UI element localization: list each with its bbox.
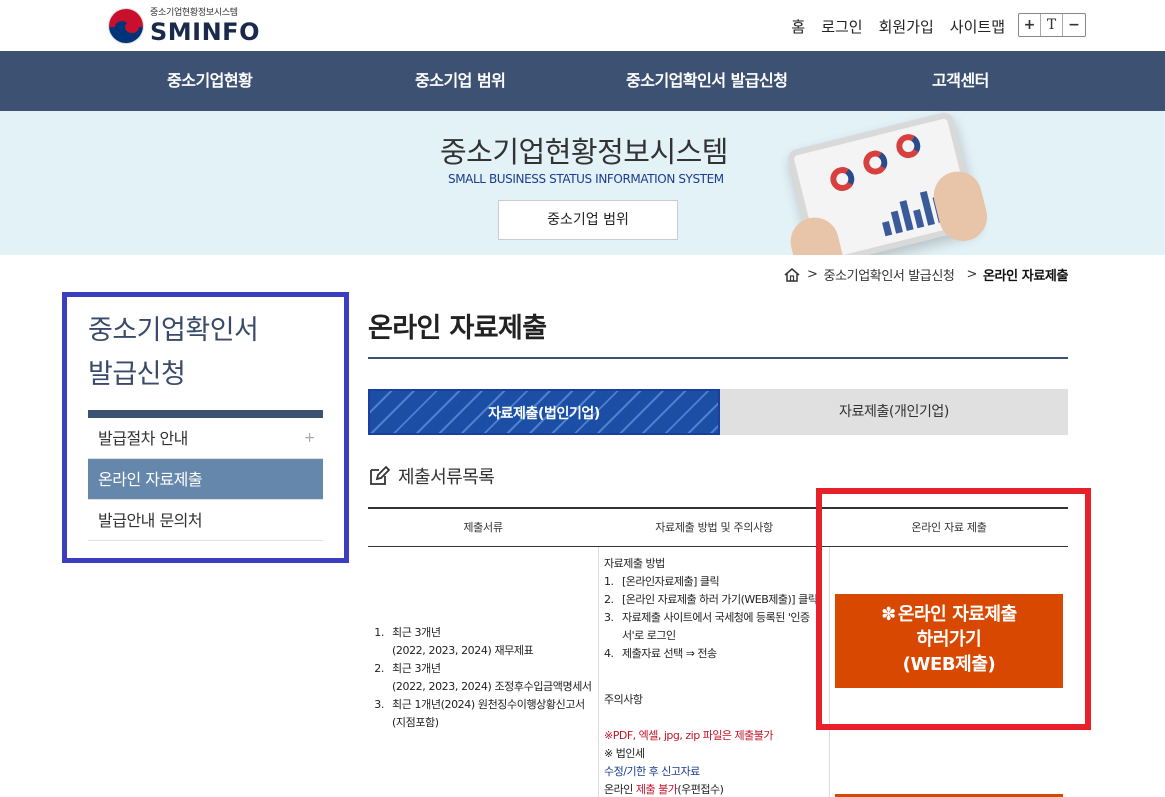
sitemap-link[interactable]: 사이트맵 [950, 16, 1005, 37]
side-item-inquiry[interactable]: 발급안내 문의처 [88, 500, 323, 541]
home-link[interactable]: 홈 [791, 16, 805, 37]
banner-title: 중소기업현황정보시스템 [440, 135, 728, 169]
breadcrumb-level1[interactable]: 중소기업확인서 발급신청 [824, 265, 955, 284]
top-header: 중소기업현황정보시스템 SMINFO 홈 로그인 회원가입 사이트맵 + T − [0, 0, 1165, 52]
side-item-online-submit[interactable]: 온라인 자료제출 [88, 459, 323, 500]
main-navigation: 중소기업현황 중소기업 범위 중소기업확인서 발급신청 고객센터 [0, 51, 1165, 111]
banner-subtitle: SMALL BUSINESS STATUS INFORMATION SYSTEM [448, 172, 724, 186]
list-item: (지점포함) [392, 716, 439, 729]
hero-banner: 중소기업현황정보시스템 SMALL BUSINESS STATUS INFORM… [0, 111, 1165, 255]
table-divider [598, 547, 599, 797]
caution-amended: 수정/기한 후 신고자료 [604, 765, 700, 778]
nav-certificate-apply[interactable]: 중소기업확인서 발급신청 [626, 51, 788, 111]
side-item-label: 온라인 자료제출 [98, 470, 203, 489]
expand-plus-icon[interactable]: + [304, 418, 316, 459]
list-item: 3. 최근 1개년(2024) 원천징수이행상황신고서 [374, 698, 585, 711]
section-title: 제출서류목록 [368, 463, 495, 489]
side-menu-title-1: 중소기업확인서 [88, 315, 259, 346]
banner-scope-button[interactable]: 중소기업 범위 [498, 200, 678, 240]
page-title: 온라인 자료제출 [368, 313, 547, 344]
title-underline [368, 357, 1068, 359]
tab-corporate[interactable]: 자료제출(법인기업) [368, 389, 720, 435]
side-menu-divider [88, 410, 323, 418]
login-link[interactable]: 로그인 [821, 16, 862, 37]
side-item-label: 발급안내 문의처 [98, 511, 203, 530]
nav-sme-scope[interactable]: 중소기업 범위 [415, 51, 506, 111]
font-size-controls: + T − [1018, 13, 1086, 37]
list-item: 2. 최근 3개년 [374, 662, 441, 675]
font-decrease-button[interactable]: − [1063, 14, 1085, 36]
font-reset-button[interactable]: T [1041, 14, 1063, 36]
list-item: 4. 제출자료 선택 ⇒ 전송 [604, 647, 717, 660]
breadcrumb-separator: > [807, 267, 818, 282]
nav-customer-center[interactable]: 고객센터 [932, 51, 989, 111]
submit-method-notes: 자료제출 방법 1. [온라인자료제출] 클릭 2. [온라인 자료제출 하러 가기… [604, 555, 824, 797]
utility-links: 홈 로그인 회원가입 사이트맵 [791, 16, 1005, 37]
caution-corp-tax: ※ 법인세 [604, 747, 645, 760]
home-icon[interactable] [783, 267, 801, 283]
list-item: (2022, 2023, 2024) 재무제표 [392, 644, 534, 657]
side-item-procedure[interactable]: 발급절차 안내 + [88, 418, 323, 459]
table-header-docs: 제출서류 [368, 509, 598, 547]
list-item: (2022, 2023, 2024) 조정후수입금액명세서 [392, 680, 592, 693]
nav-sme-status[interactable]: 중소기업현황 [167, 51, 253, 111]
tab-individual[interactable]: 자료제출(개인기업) [720, 389, 1068, 435]
caution-file-type: ※PDF, 엑셀, jpg, zip 파일은 제출불가 [604, 729, 774, 742]
side-item-label: 발급절차 안내 [98, 429, 188, 448]
list-item: 1. [온라인자료제출] 클릭 [604, 575, 720, 588]
breadcrumb: > 중소기업확인서 발급신청 > 온라인 자료제출 [783, 265, 1068, 284]
site-logo[interactable]: 중소기업현황정보시스템 SMINFO [108, 7, 260, 45]
breadcrumb-current: 온라인 자료제출 [982, 269, 1068, 284]
highlight-frame-red [816, 488, 1091, 730]
logo-subtitle: 중소기업현황정보시스템 [150, 7, 238, 18]
list-item: 3. 자료제출 사이트에서 국세청에 등록된 '인증 [604, 611, 810, 624]
breadcrumb-separator: > [966, 267, 977, 282]
font-increase-button[interactable]: + [1019, 14, 1041, 36]
list-item: 1. 최근 3개년 [374, 626, 441, 639]
signup-link[interactable]: 회원가입 [879, 16, 934, 37]
side-menu-title-2: 발급신청 [88, 359, 186, 390]
edit-icon [370, 465, 390, 485]
caution-heading: 주의사항 [604, 693, 643, 706]
submit-type-tabs: 자료제출(법인기업) 자료제출(개인기업) [368, 389, 1068, 435]
list-item: 2. [온라인 자료제출 하러 가기(WEB제출)] 클릭 [604, 593, 818, 606]
table-header-method: 자료제출 방법 및 주의사항 [598, 509, 830, 547]
logo-title: SMINFO [150, 17, 260, 46]
list-item: 서'로 로그인 [622, 629, 676, 642]
caution-offline: 온라인 제출 불가(우편접수) [604, 783, 724, 796]
method-heading: 자료제출 방법 [604, 557, 665, 570]
required-docs-list: 1. 최근 3개년 (2022, 2023, 2024) 재무제표 2. 최근 3개… [368, 624, 596, 732]
taegeuk-logo-icon [108, 8, 144, 44]
section-title-text: 제출서류목록 [398, 467, 495, 488]
side-menu: 중소기업확인서 발급신청 발급절차 안내 + 온라인 자료제출 발급안내 문의처 [62, 292, 349, 563]
tablet-illustration-icon [766, 111, 1004, 255]
